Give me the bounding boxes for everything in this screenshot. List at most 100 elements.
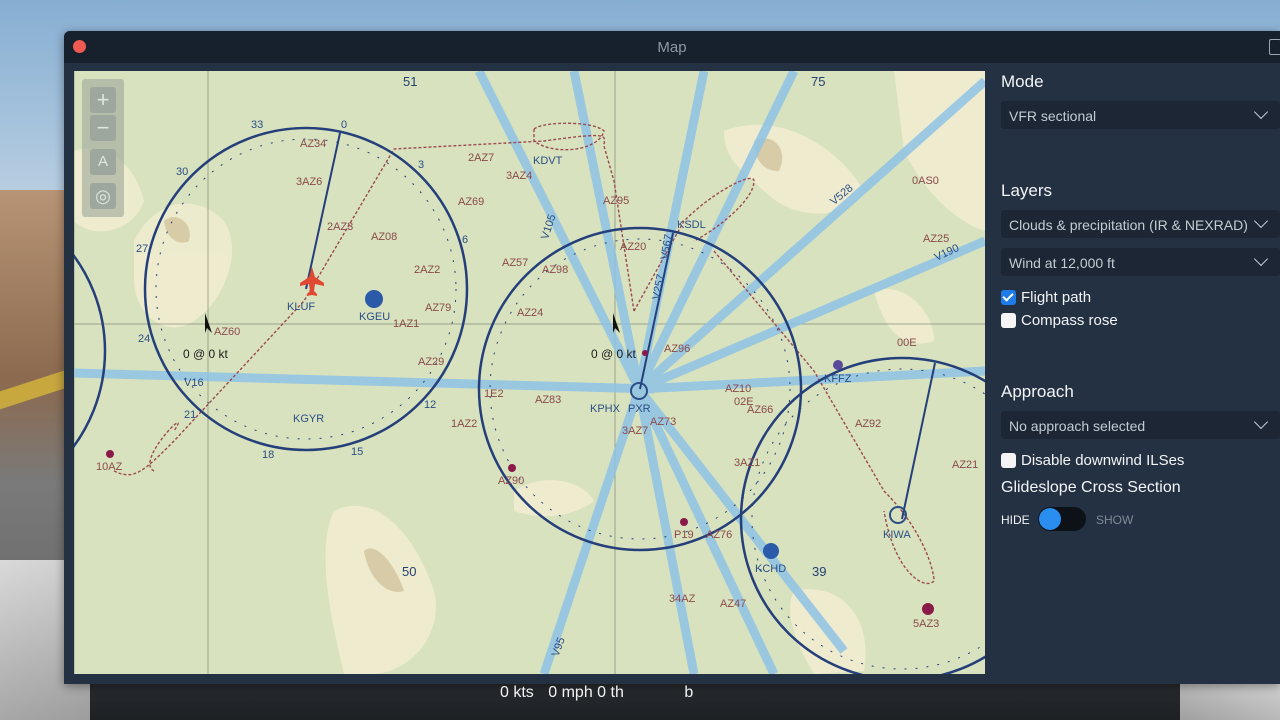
airport-label: KCHD — [755, 563, 787, 575]
point-label: AZ79 — [425, 302, 452, 314]
point-label: AZ21 — [952, 459, 979, 471]
wind-layer-select[interactable]: Wind at 12,000 ft — [1001, 248, 1280, 276]
point-label: 2AZ2 — [414, 264, 441, 276]
point-label: 1AZ2 — [451, 418, 478, 430]
point-label: 3AZ4 — [506, 170, 533, 182]
zoom-out-button[interactable]: − — [90, 115, 116, 141]
flight-path-checkbox[interactable] — [1001, 290, 1016, 305]
airport-label: KDVT — [533, 155, 563, 167]
point-label: AZ10 — [725, 383, 752, 395]
point-label: AZ76 — [706, 529, 733, 541]
point-label: AZ98 — [542, 264, 569, 276]
point-label: AZ92 — [855, 418, 882, 430]
aircraft-icon — [300, 267, 324, 296]
compass-rose-label: Compass rose — [1021, 312, 1118, 329]
chevron-down-icon — [1253, 414, 1269, 430]
flight-path-label: Flight path — [1021, 289, 1092, 306]
mode-heading: Mode — [1001, 72, 1044, 91]
point-label: AZ08 — [371, 231, 398, 243]
airport-label: KPHX — [590, 403, 620, 415]
compass-number: 21 — [184, 409, 197, 421]
point-label: AZ24 — [517, 307, 544, 319]
point-label: AZ66 — [747, 404, 774, 416]
point-label: 5AZ3 — [913, 618, 940, 630]
point-label: P19 — [674, 529, 694, 541]
compass-number: 18 — [262, 449, 275, 461]
speed-mph: 0 mph — [548, 684, 593, 701]
compass-number: 15 — [351, 446, 364, 458]
layers-heading: Layers — [1001, 181, 1053, 200]
clouds-layer-select[interactable]: Clouds & precipitation (IR & NEXRAD) — [1001, 210, 1280, 238]
point-label: 3AZ7 — [622, 425, 649, 437]
mode-select[interactable]: VFR sectional — [1001, 101, 1280, 129]
point-label: 34AZ — [669, 593, 696, 605]
point-label: 1E2 — [484, 388, 504, 400]
point-label: AZ95 — [603, 195, 630, 207]
mode-select-value: VFR sectional — [1009, 108, 1097, 124]
point-label: AZ73 — [650, 416, 677, 428]
point-label: AZ69 — [458, 196, 485, 208]
compass-number: 33 — [251, 119, 264, 131]
compass-rose-checkbox[interactable] — [1001, 313, 1016, 328]
locate-icon: ◎ — [95, 186, 111, 206]
point-label: AZ47 — [720, 598, 747, 610]
map-canvas[interactable]: 0 @ 0 kt 0 @ 0 kt 51 75 50 39 KLUF KGEU … — [74, 71, 985, 674]
area-number: 51 — [403, 74, 418, 89]
status-extra: b — [684, 684, 694, 701]
point-label: 3AZ6 — [296, 176, 323, 188]
toggle-show-label: SHOW — [1096, 513, 1134, 527]
compass-number: 30 — [176, 166, 189, 178]
zoom-in-icon: + — [96, 87, 110, 112]
point-label: 2AZ3 — [327, 221, 354, 233]
airport-label: KGEU — [359, 311, 391, 323]
point-label: AZ96 — [664, 343, 691, 355]
disable-ils-checkbox[interactable] — [1001, 453, 1016, 468]
point-label: 00E — [897, 337, 917, 349]
zoom-in-button[interactable]: + — [90, 87, 116, 113]
airport-label: KLUF — [287, 301, 316, 313]
map-control-group: + − A ◎ — [82, 79, 124, 217]
window-titlebar[interactable]: Map — [64, 31, 1280, 63]
map-window: Map 0 @ 0 kt 0 @ 0 kt 51 75 50 39 KLUF K… — [64, 31, 1280, 684]
toggle-knob — [1039, 508, 1061, 530]
approach-heading: Approach — [1001, 382, 1074, 401]
point-label: 0AS0 — [912, 175, 939, 187]
airport-label: KIWA — [883, 529, 911, 541]
airport-label: KFFZ — [824, 373, 852, 385]
speed-kts: 0 kts — [500, 684, 534, 701]
point-label: 2AZ7 — [468, 152, 495, 164]
point-label: 10AZ — [96, 461, 123, 473]
area-number: 50 — [402, 564, 417, 579]
wind-readout-center: 0 @ 0 kt — [591, 347, 636, 361]
point-label: AZ83 — [535, 394, 562, 406]
compass-rose-right — [739, 356, 985, 674]
chevron-down-icon — [1253, 251, 1269, 267]
disable-ils-label: Disable downwind ILSes — [1021, 452, 1185, 469]
area-number: 39 — [812, 564, 827, 579]
center-aircraft-button[interactable]: ◎ — [90, 183, 116, 209]
approach-select[interactable]: No approach selected — [1001, 411, 1280, 439]
clouds-layer-value: Clouds & precipitation (IR & NEXRAD) — [1009, 217, 1248, 233]
popout-window-icon[interactable] — [1269, 39, 1280, 55]
compass-number: 24 — [138, 333, 151, 345]
glideslope-heading: Glideslope Cross Section — [1001, 479, 1181, 496]
compass-number: 27 — [136, 243, 149, 255]
point-label: AZ34 — [300, 138, 327, 150]
point-label: AZ20 — [620, 241, 647, 253]
point-label: AZ60 — [214, 326, 241, 338]
airport-symbols — [106, 290, 934, 615]
zoom-out-icon: − — [96, 115, 110, 140]
toggle-hide-label: HIDE — [1001, 513, 1030, 527]
wind-layer-value: Wind at 12,000 ft — [1009, 255, 1115, 271]
flight-status-readout: 0 kts 0 mph 0 th b — [500, 684, 693, 702]
compass-number: 3 — [418, 159, 425, 171]
compass-number: 6 — [462, 234, 469, 246]
point-label: AZ29 — [418, 356, 445, 368]
glideslope-toggle[interactable] — [1038, 507, 1086, 531]
approach-select-value: No approach selected — [1009, 418, 1146, 434]
point-label: 1AZ1 — [393, 318, 420, 330]
chevron-down-icon — [1253, 213, 1269, 229]
airport-label: KSDL — [677, 219, 706, 231]
north-up-button[interactable]: A — [90, 149, 116, 175]
chevron-down-icon — [1253, 104, 1269, 120]
